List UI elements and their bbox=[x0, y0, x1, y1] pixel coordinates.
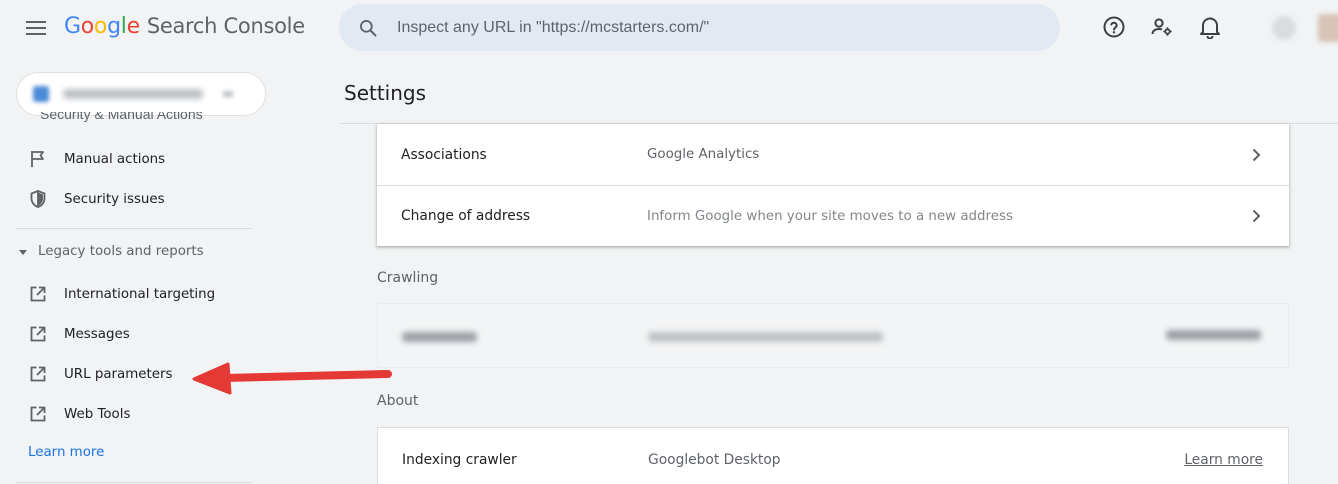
external-link-icon bbox=[30, 326, 46, 342]
sidebar-item-web-tools[interactable]: Web Tools bbox=[16, 394, 252, 434]
external-link-icon bbox=[30, 406, 46, 422]
sidebar-item-label: Manual actions bbox=[64, 151, 166, 167]
help-icon bbox=[1103, 16, 1125, 38]
row-value: Googlebot Desktop bbox=[648, 452, 781, 468]
blurred-text bbox=[402, 332, 477, 342]
sidebar-nav: Security & Manual Actions Manual actions… bbox=[0, 56, 268, 484]
settings-row-associations[interactable]: Associations Google Analytics bbox=[377, 124, 1289, 185]
flag-icon bbox=[31, 151, 44, 167]
url-inspection-input[interactable] bbox=[397, 18, 1017, 37]
section-label-crawling: Crawling bbox=[377, 270, 439, 286]
section-label: Legacy tools and reports bbox=[38, 244, 204, 259]
sidebar-divider bbox=[16, 482, 252, 483]
sidebar-item-manual-actions[interactable]: Manual actions bbox=[16, 139, 252, 179]
account-avatar[interactable] bbox=[1318, 14, 1338, 42]
caret-down-icon bbox=[19, 249, 27, 255]
sidebar-section-security-partial: Security & Manual Actions bbox=[40, 112, 203, 122]
settings-row-change-of-address[interactable]: Change of address Inform Google when you… bbox=[377, 185, 1289, 246]
product-name: Search Console bbox=[146, 14, 305, 38]
property-selector[interactable] bbox=[16, 72, 266, 116]
legacy-tools-section-toggle[interactable]: Legacy tools and reports bbox=[18, 244, 204, 259]
sidebar-item-security-issues[interactable]: Security issues bbox=[16, 179, 252, 219]
row-name: Associations bbox=[401, 146, 487, 163]
apps-button-blurred[interactable] bbox=[1272, 16, 1296, 40]
learn-more-link[interactable]: Learn more bbox=[28, 445, 104, 460]
logo-letter: o bbox=[93, 14, 108, 39]
logo-letter: G bbox=[64, 14, 81, 39]
row-name: Change of address bbox=[401, 208, 531, 224]
sidebar-item-label: Messages bbox=[64, 326, 130, 342]
crawl-stats-card-blurred[interactable] bbox=[377, 303, 1289, 368]
learn-more-link[interactable]: Learn more bbox=[1184, 452, 1263, 468]
external-link-icon bbox=[30, 286, 46, 302]
row-description: Google Analytics bbox=[647, 147, 760, 162]
chevron-right-icon bbox=[1252, 209, 1261, 223]
sidebar-divider bbox=[16, 228, 252, 229]
sidebar-item-international-targeting[interactable]: International targeting bbox=[16, 274, 252, 314]
page-title: Settings bbox=[344, 81, 427, 105]
about-card: Indexing crawler Googlebot Desktop Learn… bbox=[377, 427, 1289, 484]
search-console-logo[interactable]: Google Search Console bbox=[64, 14, 305, 39]
top-app-bar: Google Search Console bbox=[0, 0, 1338, 56]
url-inspection-search[interactable] bbox=[339, 4, 1060, 51]
external-link-icon bbox=[30, 366, 46, 382]
logo-letter: g bbox=[107, 14, 121, 39]
logo-letter: e bbox=[126, 14, 141, 39]
general-settings-card: Associations Google Analytics Change of … bbox=[377, 124, 1289, 246]
sidebar-item-messages[interactable]: Messages bbox=[16, 314, 252, 354]
google-wordmark: Google bbox=[64, 14, 140, 39]
sidebar-item-label: Web Tools bbox=[64, 406, 131, 422]
manage-users-icon bbox=[1151, 18, 1172, 36]
sidebar-item-label: Security issues bbox=[64, 191, 165, 207]
menu-button[interactable] bbox=[20, 12, 52, 44]
property-favicon bbox=[33, 86, 49, 102]
logo-letter: o bbox=[80, 14, 94, 39]
row-name: Indexing crawler bbox=[402, 452, 517, 468]
menu-icon bbox=[26, 21, 46, 35]
sidebar-item-label: International targeting bbox=[64, 286, 216, 302]
row-description: Inform Google when your site moves to a … bbox=[647, 208, 1013, 224]
blurred-text bbox=[1166, 330, 1261, 340]
search-button[interactable] bbox=[339, 18, 397, 38]
shield-icon bbox=[30, 190, 46, 208]
search-icon bbox=[360, 19, 377, 36]
property-url-blurred bbox=[63, 89, 203, 99]
chevron-down-icon bbox=[223, 91, 233, 97]
blurred-text bbox=[648, 332, 883, 342]
manage-users-button[interactable] bbox=[1149, 14, 1175, 40]
annotation-arrow-icon bbox=[192, 362, 392, 395]
notifications-button[interactable] bbox=[1197, 14, 1223, 40]
help-button[interactable] bbox=[1101, 14, 1127, 40]
notifications-icon bbox=[1200, 17, 1220, 39]
chevron-right-icon bbox=[1252, 148, 1261, 161]
sidebar-item-label: URL parameters bbox=[64, 366, 173, 382]
